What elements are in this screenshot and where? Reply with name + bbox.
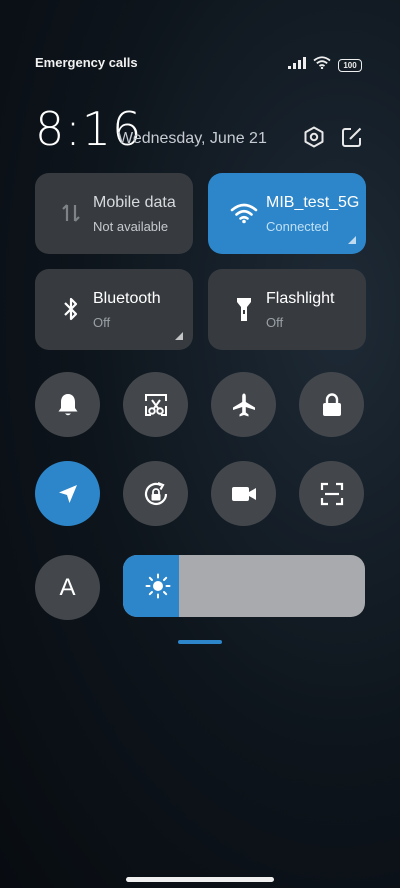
emergency-calls-text: Emergency calls o [35, 55, 137, 70]
bluetooth-icon [57, 295, 85, 323]
toggle-silent[interactable] [35, 372, 100, 437]
tile-subtitle: Connected [266, 219, 329, 234]
location-icon [58, 484, 77, 503]
lock-icon [322, 392, 341, 416]
toggle-screen-recorder[interactable] [211, 461, 276, 526]
tile-subtitle: Off [93, 315, 111, 330]
panel-drag-handle[interactable] [178, 640, 222, 644]
tile-title: Mobile data [93, 194, 176, 211]
rotation-lock-icon [144, 481, 167, 505]
auto-brightness-button[interactable]: A [35, 555, 100, 620]
status-bar: Emergency calls o 100 [0, 52, 400, 74]
expand-corner-icon[interactable] [175, 332, 183, 340]
screenshot-icon [144, 393, 167, 416]
toggle-location[interactable] [35, 461, 100, 526]
brightness-slider[interactable] [123, 555, 365, 617]
bell-icon [58, 393, 77, 415]
airplane-icon [232, 393, 255, 416]
expand-corner-icon[interactable] [348, 236, 356, 244]
tile-flashlight[interactable]: Flashlight Off [208, 269, 366, 350]
settings-hexagon-icon [304, 126, 324, 148]
wifi-icon [230, 199, 258, 227]
wifi-status-icon [313, 56, 331, 74]
scan-icon [320, 482, 343, 505]
tile-bluetooth[interactable]: Bluetooth Off [35, 269, 193, 350]
date-text: Wednesday, June 21 [118, 130, 267, 147]
tile-subtitle: Not available [93, 219, 169, 234]
mobile-data-icon [57, 199, 85, 227]
toggle-scanner[interactable] [299, 461, 364, 526]
edit-icon [342, 127, 362, 147]
toggle-screenshot[interactable] [123, 372, 188, 437]
toggle-rotation-lock[interactable] [123, 461, 188, 526]
tile-title: Bluetooth [93, 290, 161, 307]
brightness-sun-icon [145, 573, 171, 599]
settings-button[interactable] [301, 124, 327, 150]
home-indicator[interactable] [126, 877, 274, 882]
tile-mobile-data[interactable]: Mobile data Not available [35, 173, 193, 254]
edit-button[interactable] [339, 124, 365, 150]
tile-title: MIB_test_5G [266, 194, 360, 211]
tile-wifi[interactable]: MIB_test_5G Connected [208, 173, 366, 254]
toggle-lock-screen[interactable] [299, 372, 364, 437]
signal-icon [288, 56, 306, 74]
tile-title: Flashlight [266, 290, 335, 307]
status-icons: 100 [288, 56, 362, 74]
battery-icon: 100 [338, 58, 362, 72]
toggle-airplane[interactable] [211, 372, 276, 437]
flashlight-icon [230, 295, 258, 323]
video-camera-icon [231, 486, 256, 501]
tile-subtitle: Off [266, 315, 284, 330]
